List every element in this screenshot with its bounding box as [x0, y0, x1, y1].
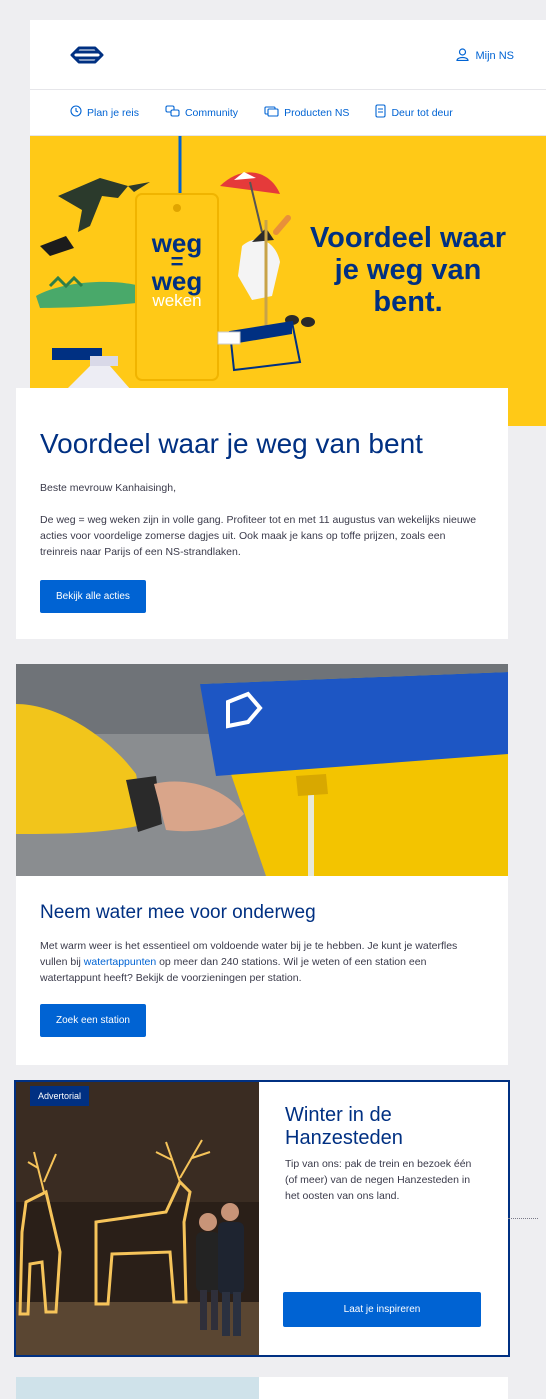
water-card-body: Neem water mee voor onderweg Met warm we…: [16, 876, 508, 1065]
nav-item-plan-je-reis[interactable]: Plan je reis: [70, 105, 139, 120]
mijn-ns-label: Mijn NS: [475, 50, 514, 62]
get-inspired-button[interactable]: Laat je inspireren: [283, 1292, 481, 1327]
nav-item-community[interactable]: Community: [165, 105, 238, 120]
nav-item-label: Plan je reis: [87, 106, 139, 119]
ticket-icon: [264, 105, 279, 120]
chat-icon: [165, 105, 180, 120]
water-body-text: Met warm weer is het essentieel om voldo…: [40, 938, 484, 986]
greeting-text: Beste mevrouw Kanhaisingh,: [40, 482, 176, 494]
nav-item-label: Producten NS: [284, 106, 350, 119]
watertappunten-link[interactable]: watertappunten: [84, 956, 156, 968]
find-station-button[interactable]: Zoek een station: [40, 1004, 146, 1037]
advertorial-text: Tip van ons: pak de trein en bezoek één …: [285, 1158, 472, 1202]
hero-title: Voordeel waar je weg van bent.: [309, 222, 507, 318]
email-container: Mijn NS Plan je reis Community Producten…: [30, 20, 546, 426]
intro-card: Voordeel waar je weg van bent Beste mevr…: [16, 388, 508, 639]
view-all-actions-button[interactable]: Bekijk alle acties: [40, 580, 146, 613]
light-reindeer-illustration: [16, 1082, 259, 1355]
weg-tag-text: weg = weg weken: [136, 230, 218, 310]
intro-heading: Voordeel waar je weg van bent: [40, 428, 423, 459]
ns-logo-icon[interactable]: [70, 46, 104, 69]
nav-item-label: Community: [184, 106, 239, 119]
dotted-connector: [508, 1218, 538, 1219]
tag-line-4: weken: [152, 291, 202, 310]
tag-line-3: weg: [151, 266, 203, 296]
nav-item-producten[interactable]: Producten NS: [264, 105, 349, 120]
email-header: Mijn NS: [30, 20, 546, 90]
hero-banner[interactable]: weg = weg weken Voordeel waar je weg van…: [30, 136, 546, 426]
nav-item-deur-tot-deur[interactable]: Deur tot deur: [375, 104, 453, 121]
next-card-peek: [16, 1377, 508, 1399]
water-card: Neem water mee voor onderweg Met warm we…: [16, 664, 508, 1065]
advertorial-badge: Advertorial: [30, 1086, 90, 1106]
nav-item-label: Deur tot deur: [391, 106, 453, 119]
mijn-ns-link[interactable]: Mijn NS: [456, 48, 514, 64]
door-icon: [375, 104, 386, 121]
intro-body: De weg = weg weken zijn in volle gang. P…: [40, 514, 477, 558]
advertorial-card[interactable]: Advertorial Winter in de Hanzesteden Tip…: [14, 1080, 510, 1357]
water-heading: Neem water mee voor onderweg: [40, 902, 316, 923]
advertorial-body: Winter in de Hanzesteden Tip van ons: pa…: [259, 1082, 508, 1355]
water-tap-illustration: [16, 664, 508, 876]
next-card-photo: [16, 1377, 259, 1399]
main-nav: Plan je reis Community Producten NS Deur…: [30, 90, 546, 136]
hanzesteden-photo[interactable]: Advertorial: [16, 1082, 259, 1355]
water-tap-photo[interactable]: [16, 664, 508, 876]
advertorial-heading: Winter in de Hanzesteden: [285, 1104, 403, 1149]
clock-icon: [70, 105, 82, 120]
user-icon: [456, 48, 470, 64]
